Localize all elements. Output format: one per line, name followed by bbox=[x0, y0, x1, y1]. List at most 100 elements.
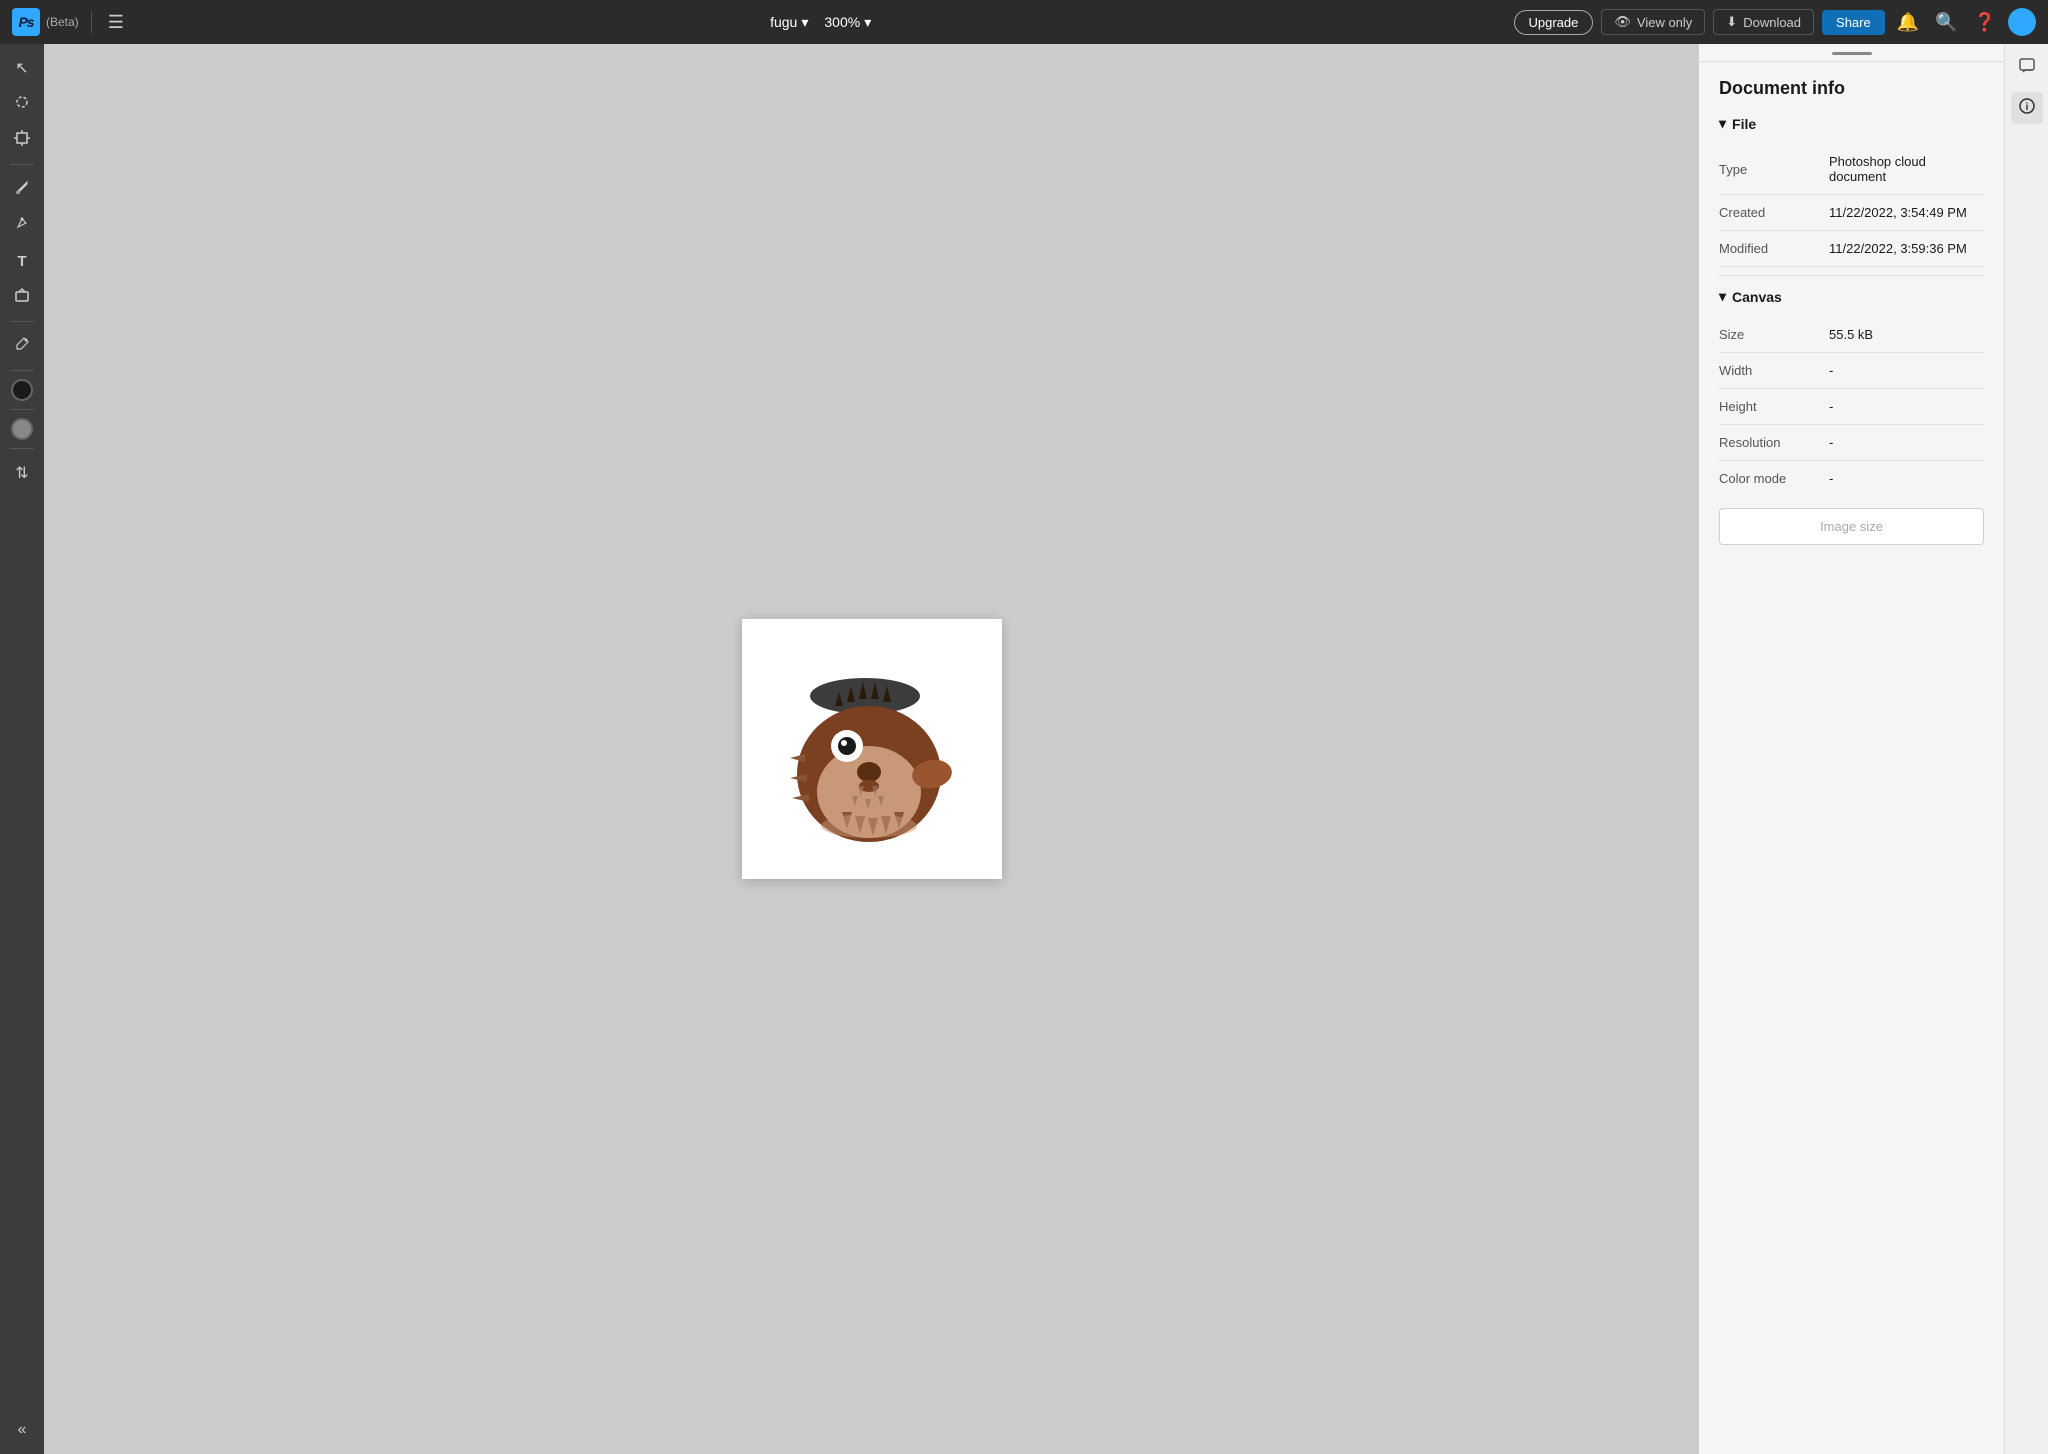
toolbar-separator bbox=[10, 164, 34, 165]
text-icon: T bbox=[17, 253, 26, 270]
type-row: Type Photoshop cloud document bbox=[1719, 144, 1984, 195]
info-button[interactable]: i bbox=[2011, 92, 2043, 124]
help-button[interactable]: ❓ bbox=[1970, 8, 2000, 37]
color-mode-label: Color mode bbox=[1719, 471, 1829, 486]
upgrade-button[interactable]: Upgrade bbox=[1514, 10, 1594, 35]
size-value: 55.5 kB bbox=[1829, 327, 1873, 342]
filename-label: fugu bbox=[770, 14, 797, 30]
zoom-label: 300% bbox=[824, 14, 860, 30]
file-chevron-icon: ▾ bbox=[1719, 115, 1726, 132]
resolution-row: Resolution - bbox=[1719, 425, 1984, 461]
eyedropper-tool-button[interactable] bbox=[6, 330, 38, 362]
swap-colors-button[interactable]: ⇅ bbox=[6, 457, 38, 489]
app-logo: Ps (Beta) bbox=[12, 8, 79, 36]
color-mode-row: Color mode - bbox=[1719, 461, 1984, 496]
right-icon-bar: i bbox=[2004, 44, 2048, 1454]
panel-title: Document info bbox=[1719, 78, 1984, 99]
resolution-value: - bbox=[1829, 435, 1833, 450]
pen-icon bbox=[14, 215, 30, 236]
type-label: Type bbox=[1719, 162, 1829, 177]
transform-icon bbox=[14, 130, 30, 151]
topbar-divider bbox=[91, 11, 92, 33]
download-icon: ⬇ bbox=[1726, 14, 1737, 30]
file-section-label: File bbox=[1732, 116, 1756, 132]
background-color-swatch[interactable] bbox=[11, 418, 33, 440]
height-row: Height - bbox=[1719, 389, 1984, 425]
color-mode-value: - bbox=[1829, 471, 1833, 486]
foreground-color-swatch[interactable] bbox=[11, 379, 33, 401]
download-label: Download bbox=[1743, 15, 1801, 30]
file-section-header: ▾ File bbox=[1719, 115, 1984, 132]
fugu-artwork bbox=[757, 634, 987, 864]
height-value: - bbox=[1829, 399, 1833, 414]
collapse-icon: « bbox=[18, 1421, 27, 1439]
type-value: Photoshop cloud document bbox=[1829, 154, 1984, 184]
eyedropper-icon bbox=[14, 336, 30, 357]
avatar[interactable] bbox=[2008, 8, 2036, 36]
toolbar-separator-5 bbox=[10, 448, 34, 449]
search-button[interactable]: 🔍 bbox=[1931, 8, 1961, 37]
canvas-section-label: Canvas bbox=[1732, 289, 1782, 305]
zoom-chevron-icon bbox=[864, 14, 871, 31]
right-panel: Document info ▾ File Type Photoshop clou… bbox=[1699, 44, 2004, 1454]
text-tool-button[interactable]: T bbox=[6, 245, 38, 277]
download-button[interactable]: ⬇ Download bbox=[1713, 9, 1814, 35]
brush-icon bbox=[14, 179, 30, 200]
shape-icon bbox=[14, 287, 30, 308]
hamburger-button[interactable]: ☰ bbox=[104, 8, 128, 37]
size-label: Size bbox=[1719, 327, 1829, 342]
share-button[interactable]: Share bbox=[1822, 10, 1885, 35]
toolbar-separator-3 bbox=[10, 370, 34, 371]
help-icon: ❓ bbox=[1974, 12, 1996, 33]
resolution-label: Resolution bbox=[1719, 435, 1829, 450]
swap-icon: ⇅ bbox=[15, 463, 28, 483]
brush-tool-button[interactable] bbox=[6, 173, 38, 205]
select-tool-button[interactable]: ↖ bbox=[6, 52, 38, 84]
canvas-chevron-icon: ▾ bbox=[1719, 288, 1726, 305]
topbar-right: Upgrade 👁 View only ⬇ Download Share 🔔 🔍… bbox=[1514, 8, 2037, 37]
section-divider bbox=[1719, 275, 1984, 276]
main-layout: ↖ bbox=[0, 44, 2048, 1454]
filename-button[interactable]: fugu bbox=[770, 14, 808, 31]
left-toolbar: ↖ bbox=[0, 44, 44, 1454]
svg-text:i: i bbox=[2025, 102, 2028, 113]
topbar: Ps (Beta) ☰ fugu 300% Upgrade 👁 View onl… bbox=[0, 0, 2048, 44]
panel-content: Document info ▾ File Type Photoshop clou… bbox=[1699, 62, 2004, 1454]
height-label: Height bbox=[1719, 399, 1829, 414]
toolbar-separator-4 bbox=[10, 409, 34, 410]
ps-icon: Ps bbox=[12, 8, 40, 36]
modified-label: Modified bbox=[1719, 241, 1829, 256]
topbar-center: fugu 300% bbox=[136, 14, 1506, 31]
canvas-area bbox=[44, 44, 1699, 1454]
width-value: - bbox=[1829, 363, 1833, 378]
comment-icon bbox=[2018, 57, 2036, 80]
image-size-button[interactable]: Image size bbox=[1719, 508, 1984, 545]
created-label: Created bbox=[1719, 205, 1829, 220]
shape-tool-button[interactable] bbox=[6, 281, 38, 313]
width-label: Width bbox=[1719, 363, 1829, 378]
modified-row: Modified 11/22/2022, 3:59:36 PM bbox=[1719, 231, 1984, 267]
lasso-tool-button[interactable] bbox=[6, 88, 38, 120]
transform-tool-button[interactable] bbox=[6, 124, 38, 156]
toolbar-separator-2 bbox=[10, 321, 34, 322]
collapse-toolbar-button[interactable]: « bbox=[6, 1414, 38, 1446]
bell-icon: 🔔 bbox=[1897, 12, 1919, 33]
width-row: Width - bbox=[1719, 353, 1984, 389]
filename-chevron-icon bbox=[801, 14, 808, 31]
zoom-button[interactable]: 300% bbox=[824, 14, 871, 31]
size-row: Size 55.5 kB bbox=[1719, 317, 1984, 353]
artwork-canvas bbox=[742, 619, 1002, 879]
comment-button[interactable] bbox=[2011, 52, 2043, 84]
notifications-button[interactable]: 🔔 bbox=[1893, 8, 1923, 37]
modified-value: 11/22/2022, 3:59:36 PM bbox=[1829, 241, 1967, 256]
panel-tabs bbox=[1699, 44, 2004, 62]
pen-tool-button[interactable] bbox=[6, 209, 38, 241]
search-icon: 🔍 bbox=[1935, 12, 1957, 33]
panel-tab-indicator bbox=[1832, 52, 1872, 55]
eye-icon: 👁 bbox=[1614, 14, 1631, 30]
select-icon: ↖ bbox=[15, 58, 28, 78]
info-icon: i bbox=[2018, 97, 2036, 120]
lasso-icon bbox=[14, 94, 30, 115]
view-only-button[interactable]: 👁 View only bbox=[1601, 9, 1705, 35]
view-only-label: View only bbox=[1637, 15, 1692, 30]
